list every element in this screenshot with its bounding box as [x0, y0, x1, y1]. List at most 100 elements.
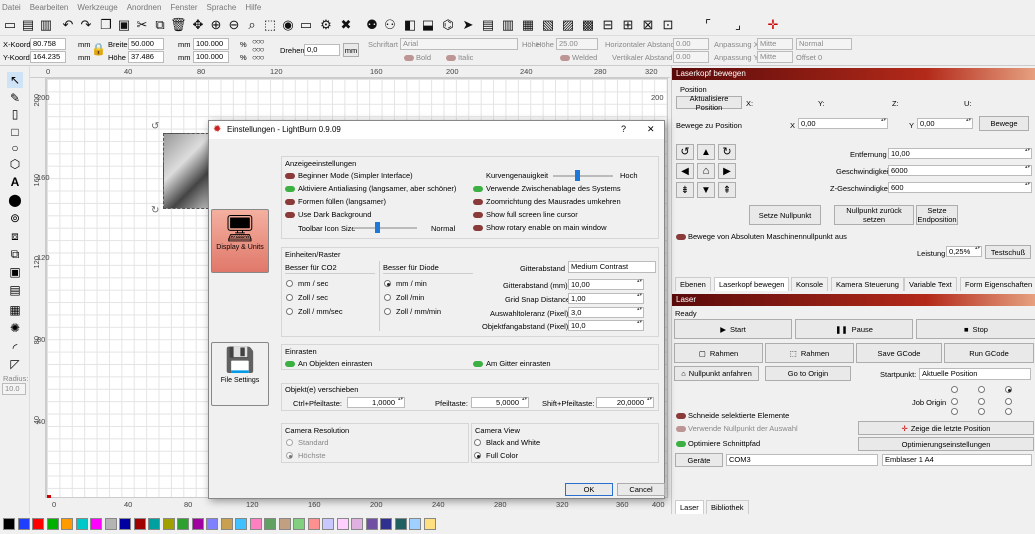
grid-array-icon[interactable]: ▦ — [7, 302, 23, 318]
distribute-v-icon[interactable]: ⊞ — [620, 17, 636, 33]
snap-dist-field[interactable]: 1,00 — [568, 293, 644, 304]
start-button[interactable]: ▶ Start — [674, 319, 792, 339]
reset-origin-button[interactable]: Nullpunkt zurück setzen — [834, 205, 914, 225]
copy-icon[interactable]: ❐ — [98, 17, 114, 33]
circular-array-icon[interactable]: ✺ — [7, 320, 23, 336]
menu-bearbeiten[interactable]: Bearbeiten — [30, 3, 69, 12]
z-up-icon[interactable]: ⇞ — [718, 182, 736, 198]
job-origin-tr[interactable] — [1005, 386, 1012, 393]
optimize-toggle[interactable] — [676, 441, 686, 447]
camera-icon[interactable]: ◉ — [280, 17, 296, 33]
paste-icon[interactable]: ▣ — [116, 17, 132, 33]
refresh-position-button[interactable]: Aktualisiere Position — [676, 94, 742, 112]
corner-round-icon[interactable]: ◜ — [7, 340, 23, 356]
line-tool-icon[interactable]: ▯ — [7, 106, 23, 122]
palette-swatch[interactable] — [119, 518, 131, 530]
palette-swatch[interactable] — [3, 518, 15, 530]
xkoord-field[interactable]: 80.758 — [30, 38, 66, 50]
align-bottom-icon[interactable]: ▧ — [540, 17, 556, 33]
test-fire-button[interactable]: Testschuß — [985, 245, 1031, 259]
palette-swatch[interactable] — [133, 518, 146, 530]
palette-swatch[interactable] — [220, 518, 233, 530]
rotate-left-icon[interactable]: ↺ — [676, 144, 694, 160]
grid-mm-field[interactable]: 10,00 — [568, 279, 644, 290]
palette-swatch[interactable] — [365, 518, 378, 530]
ok-button[interactable]: OK — [565, 483, 613, 496]
corner-tl-icon[interactable]: ⌜ — [700, 17, 716, 33]
welded-toggle[interactable] — [560, 55, 570, 61]
device-select[interactable]: Emblaser 1 A4 — [882, 454, 1032, 466]
palette-swatch[interactable] — [322, 518, 334, 530]
run-gcode-button[interactable]: Run GCode — [944, 343, 1034, 363]
z-down-icon[interactable]: ⇟ — [676, 182, 694, 198]
arrow-field[interactable]: 5,0000 — [471, 397, 529, 408]
tab-kamera[interactable]: Kamera Steuerung — [831, 277, 904, 291]
menu-sprache[interactable]: Sprache — [207, 3, 237, 12]
arrow-right-icon[interactable]: ▶ — [718, 163, 736, 179]
job-origin-tl[interactable] — [951, 386, 958, 393]
cursor-toggle[interactable] — [473, 212, 483, 218]
duplicate-icon[interactable]: ⧉ — [152, 17, 168, 33]
crosshair-icon[interactable]: ✛ — [765, 17, 781, 33]
monitor-icon[interactable]: ▭ — [298, 17, 314, 33]
move-button[interactable]: Bewege — [979, 116, 1029, 131]
frame-outline-button[interactable]: ⬚ Rahmen — [765, 343, 854, 363]
file-settings-tab[interactable]: 💾 File Settings — [211, 342, 269, 406]
palette-swatch[interactable] — [293, 518, 305, 530]
drehen-field[interactable]: 0,0 — [304, 44, 340, 56]
icon-size-knob[interactable] — [375, 222, 380, 233]
palette-swatch[interactable] — [46, 518, 59, 530]
co2-mmsec-radio[interactable] — [286, 280, 293, 287]
home-button[interactable]: ⌂ Nullpunkt anfahren — [674, 366, 759, 381]
undo-icon[interactable]: ↶ — [60, 17, 76, 33]
curve-knob[interactable] — [575, 170, 580, 181]
snap-grid-toggle[interactable] — [473, 361, 483, 367]
palette-swatch[interactable] — [394, 518, 407, 530]
icon-size-slider[interactable] — [353, 222, 417, 233]
palette-swatch[interactable] — [177, 518, 189, 530]
antialias-toggle[interactable] — [285, 186, 295, 192]
palette-swatch[interactable] — [162, 518, 175, 530]
ungroup-icon[interactable]: ⚇ — [382, 17, 398, 33]
snap-objects-toggle[interactable] — [285, 361, 295, 367]
palette-swatch[interactable] — [307, 518, 320, 530]
power-field[interactable]: 0,25% — [946, 246, 982, 257]
ykoord-field[interactable]: 164.235 — [30, 51, 66, 63]
palette-swatch[interactable] — [423, 518, 436, 530]
dark-bg-toggle[interactable] — [285, 212, 295, 218]
palette-swatch[interactable] — [278, 518, 291, 530]
grid-contrast-select[interactable]: Medium Contrast — [568, 261, 656, 273]
palette-swatch[interactable] — [191, 518, 204, 530]
send-icon[interactable]: ➤ — [460, 17, 476, 33]
help-button[interactable]: ? — [621, 124, 626, 134]
optimize-settings-button[interactable]: Optimierungseinstellungen — [858, 437, 1034, 451]
menu-datei[interactable]: Datei — [2, 3, 21, 12]
palette-swatch[interactable] — [90, 518, 102, 530]
startpoint-select[interactable]: Aktuelle Position — [919, 368, 1031, 380]
select-tool-icon[interactable]: ↖ — [7, 72, 23, 88]
delete-icon[interactable]: 🗑 — [170, 17, 187, 33]
cam-res-high-radio[interactable] — [286, 452, 293, 459]
cam-view-bw-radio[interactable] — [474, 439, 481, 446]
vspace-field[interactable]: 0.00 — [673, 51, 709, 63]
boolean-union-icon[interactable]: ▣ — [7, 264, 23, 280]
palette-swatch[interactable] — [206, 518, 218, 530]
palette-swatch[interactable] — [380, 518, 392, 530]
cut-icon[interactable]: ✂ — [134, 17, 150, 33]
redo-icon[interactable]: ↷ — [78, 17, 94, 33]
breite-field[interactable]: 50.000 — [128, 38, 164, 50]
arrow-up-icon[interactable]: ▲ — [697, 144, 715, 160]
show-last-pos-button[interactable]: ✛ Zeige die letzte Position — [858, 421, 1034, 435]
tab-variable-text[interactable]: Variable Text — [904, 277, 957, 291]
job-origin-mr[interactable] — [1005, 398, 1012, 405]
pause-button[interactable]: ❚❚ Pause — [795, 319, 913, 339]
mirror-icon[interactable]: ⌬ — [440, 17, 456, 33]
ctrl-arrow-field[interactable]: 1,0000 — [347, 397, 405, 408]
tab-form[interactable]: Form Eigenschaften — [960, 277, 1035, 291]
speed-field[interactable]: 6000 — [888, 165, 1032, 176]
cam-view-color-radio[interactable] — [474, 452, 481, 459]
use-sel-origin-toggle[interactable] — [676, 426, 686, 432]
palette-swatch[interactable] — [409, 518, 421, 530]
align-left-icon[interactable]: ▤ — [480, 17, 496, 33]
tab-bibliothek[interactable]: Bibliothek — [706, 500, 749, 514]
